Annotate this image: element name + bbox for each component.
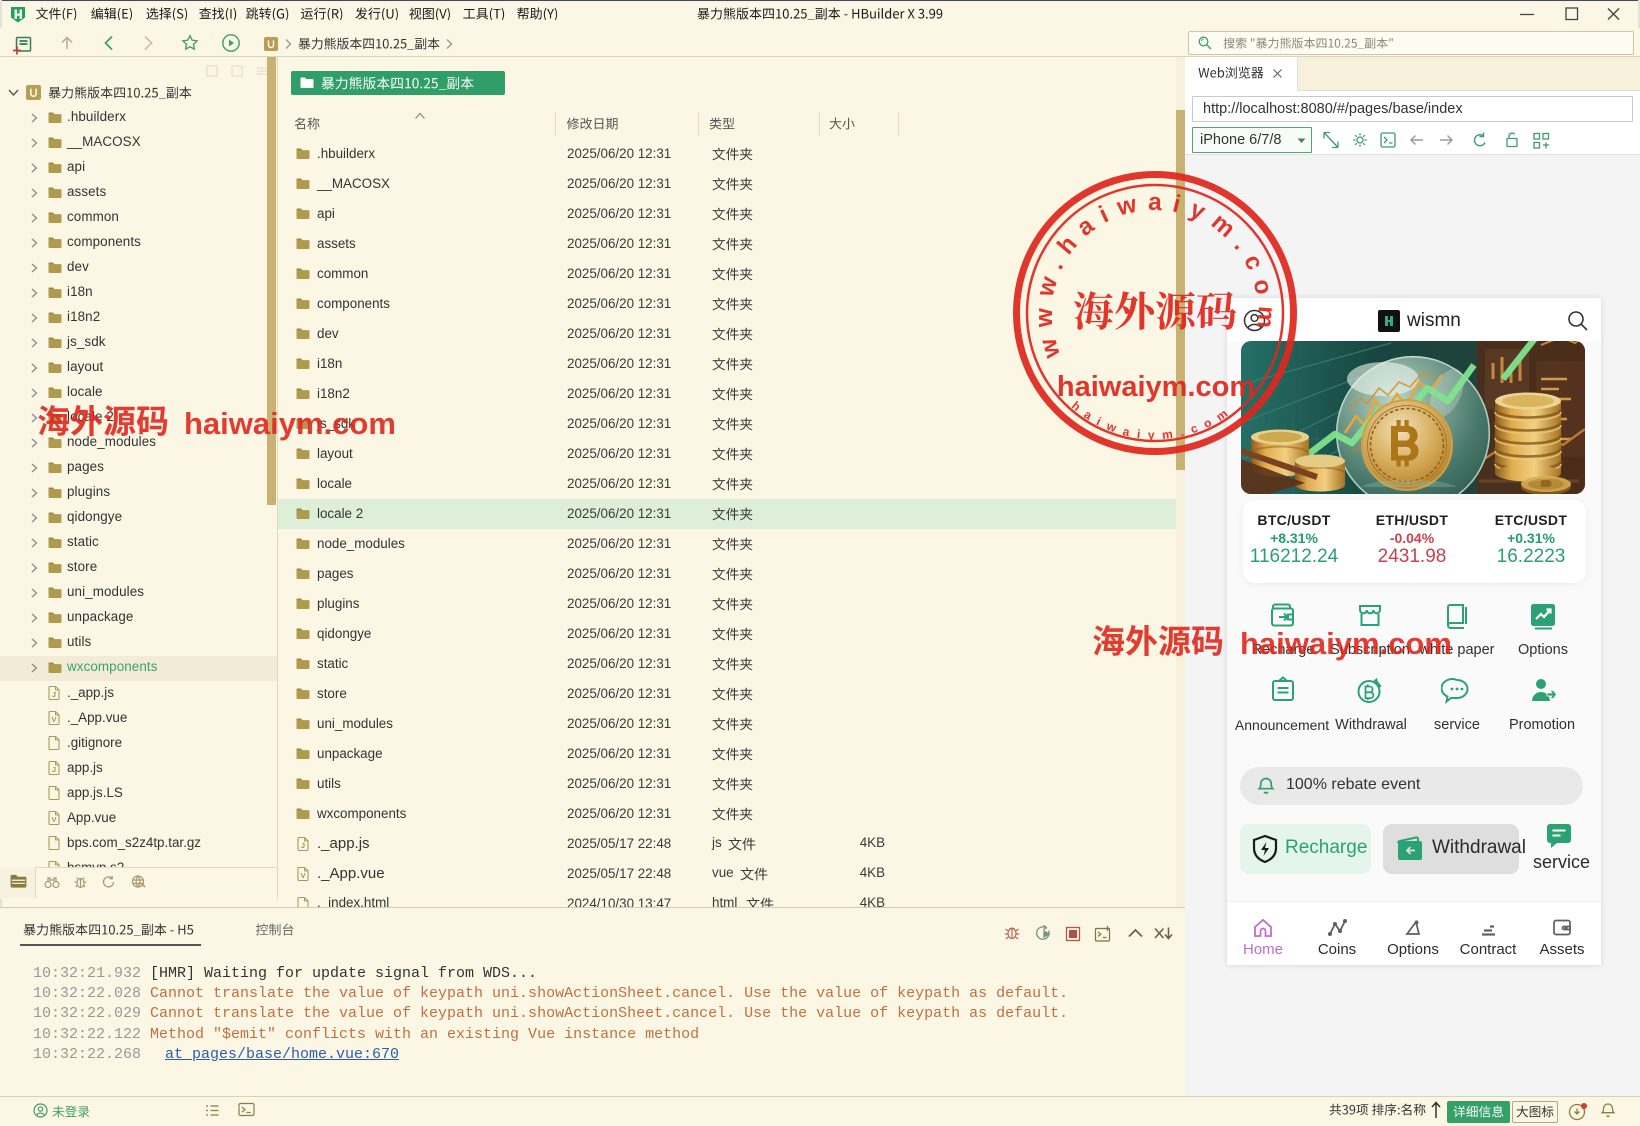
svg-text:V: V bbox=[300, 871, 305, 880]
svg-text:J: J bbox=[52, 765, 56, 774]
svg-text:J: J bbox=[301, 841, 305, 850]
svg-text:V: V bbox=[51, 715, 56, 724]
svg-text:www.haiwaiym.com: www.haiwaiym.com bbox=[1031, 189, 1280, 363]
svg-text:V: V bbox=[51, 815, 56, 824]
svg-text:haiwaiym.com: haiwaiym.com bbox=[1057, 371, 1255, 403]
svg-text:J: J bbox=[52, 690, 56, 699]
